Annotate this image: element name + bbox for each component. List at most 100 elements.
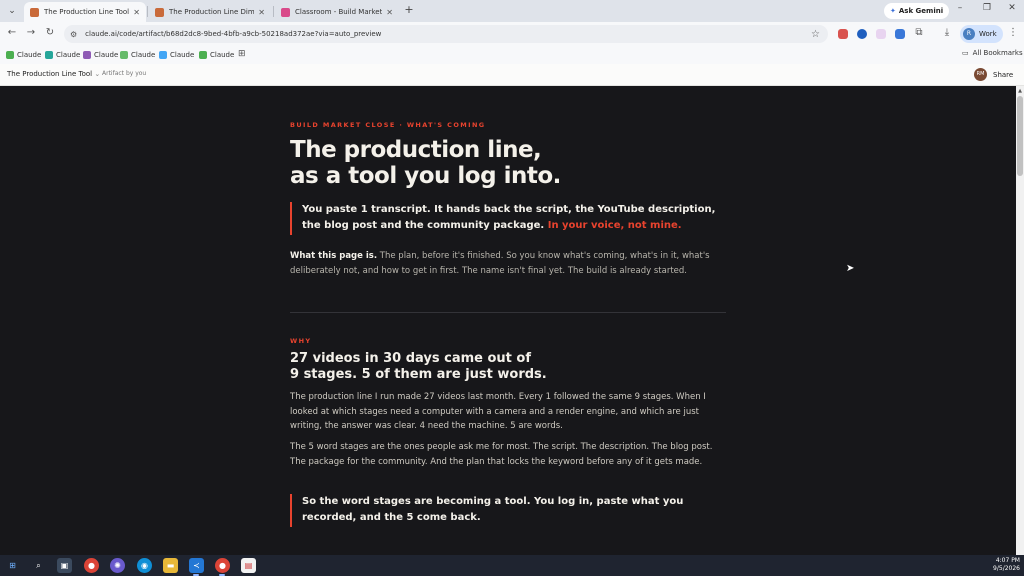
artifact-subtitle: Artifact by you bbox=[102, 70, 147, 77]
bookmark-label: Claude bbox=[210, 51, 235, 59]
bookmark-claude-1[interactable]: Claude bbox=[6, 49, 41, 61]
page-title: The production line, as a tool you log i… bbox=[290, 137, 561, 189]
bookmark-favicon-icon bbox=[199, 51, 207, 59]
folder-icon: ▭ bbox=[962, 49, 969, 57]
file-explorer-icon[interactable]: ▬ bbox=[163, 558, 178, 573]
downloads-icon[interactable]: ⤓ bbox=[940, 27, 954, 38]
share-button[interactable]: Share bbox=[991, 69, 1015, 81]
all-bookmarks-label: All Bookmarks bbox=[972, 49, 1023, 57]
clock-date: 9/5/2026 bbox=[993, 565, 1020, 572]
tab-classroom[interactable]: Classroom - Build Market Close ✕ bbox=[275, 2, 399, 22]
search-icon[interactable]: ⌕ bbox=[31, 558, 46, 573]
artifact-header: The Production Line Tool ⌄ Artifact by y… bbox=[0, 64, 1024, 86]
reload-icon[interactable]: ↻ bbox=[43, 27, 57, 38]
windows-start-icon[interactable]: ⊞ bbox=[5, 558, 20, 573]
eyebrow-build-market-close: BUILD MARKET CLOSE · WHAT'S COMING bbox=[290, 121, 486, 129]
scrollbar-thumb[interactable] bbox=[1017, 96, 1023, 176]
bookmark-claude-6[interactable]: Claude bbox=[199, 49, 234, 61]
extensions-puzzle-icon[interactable]: ⧉ bbox=[912, 27, 926, 38]
what-this-page-is: What this page is. The plan, before it's… bbox=[290, 249, 720, 278]
bookmark-claude-4[interactable]: Claude bbox=[120, 49, 155, 61]
new-tab-button[interactable]: + bbox=[402, 3, 416, 16]
bookmark-label: Claude bbox=[17, 51, 42, 59]
address-bar[interactable]: ⚙ claude.ai/code/artifact/b68d2dc8-9bed-… bbox=[64, 25, 828, 43]
bookmark-label: Claude bbox=[94, 51, 119, 59]
section-divider bbox=[290, 312, 726, 313]
tab-title: Classroom - Build Market Close bbox=[295, 8, 383, 16]
bookmark-claude-5[interactable]: Claude bbox=[159, 49, 194, 61]
bookmark-favicon-icon bbox=[45, 51, 53, 59]
tab-title: The Production Line Tool bbox=[44, 8, 130, 16]
profile-label: Work bbox=[979, 30, 997, 38]
clock-time: 4:07 PM bbox=[995, 557, 1020, 564]
book-favicon-icon bbox=[30, 7, 39, 17]
page-title-line-1: The production line, bbox=[290, 137, 542, 163]
chrome-icon[interactable]: ● bbox=[84, 558, 99, 573]
lead-quote: You paste 1 transcript. It hands back th… bbox=[290, 202, 726, 235]
tab-production-line-dime-sale[interactable]: The Production Line Dime Sale ✕ bbox=[149, 2, 271, 22]
why-title-line-1: 27 videos in 30 days came out of bbox=[290, 351, 532, 366]
bookmark-favicon-icon bbox=[6, 51, 14, 59]
artifact-content: BUILD MARKET CLOSE · WHAT'S COMING The p… bbox=[0, 86, 1016, 555]
close-tab-icon[interactable]: ✕ bbox=[386, 8, 393, 17]
artifact-title: The Production Line Tool bbox=[7, 70, 93, 78]
book-favicon-icon bbox=[155, 7, 164, 17]
why-paragraph-2: The 5 word stages are the ones people as… bbox=[290, 442, 713, 467]
gemini-sparkle-icon: ✦ bbox=[890, 7, 896, 15]
close-tab-icon[interactable]: ✕ bbox=[258, 8, 265, 17]
chrome-active-icon[interactable]: ● bbox=[215, 558, 230, 573]
bookmark-favicon-icon bbox=[159, 51, 167, 59]
mouse-cursor-icon: ➤ bbox=[846, 263, 855, 274]
ask-gemini-button[interactable]: ✦ Ask Gemini bbox=[884, 3, 950, 19]
what-label: What this page is. bbox=[290, 251, 378, 261]
system-clock[interactable]: 4:07 PM 9/5/2026 bbox=[990, 557, 1020, 573]
close-tab-icon[interactable]: ✕ bbox=[133, 8, 140, 17]
browser-toolbar: ← → ↻ ⚙ claude.ai/code/artifact/b68d2dc8… bbox=[0, 22, 1024, 46]
why-title: 27 videos in 30 days came out of 9 stage… bbox=[290, 351, 547, 383]
apps-grid-icon[interactable]: ⊞ bbox=[238, 49, 246, 59]
classroom-favicon-icon bbox=[281, 7, 290, 17]
extension-purple-icon[interactable] bbox=[876, 29, 886, 39]
url-text: claude.ai/code/artifact/b68d2dc8-9bed-4b… bbox=[85, 30, 382, 38]
extension-blue-icon[interactable] bbox=[857, 29, 867, 39]
tab-production-line-tool[interactable]: The Production Line Tool ✕ bbox=[24, 2, 146, 22]
eyebrow-why: WHY bbox=[290, 337, 312, 345]
bookmark-label: Claude bbox=[56, 51, 81, 59]
why-quote-text: So the word stages are becoming a tool. … bbox=[302, 496, 684, 523]
extension-square-icon[interactable] bbox=[895, 29, 905, 39]
back-arrow-icon[interactable]: ← bbox=[5, 27, 19, 38]
minimize-icon[interactable]: – bbox=[953, 3, 967, 13]
close-window-icon[interactable]: ✕ bbox=[1005, 3, 1019, 13]
lead-accent-text: In your voice, not mine. bbox=[547, 220, 682, 231]
bookmark-star-icon[interactable]: ☆ bbox=[811, 29, 820, 40]
document-app-icon[interactable]: ▤ bbox=[241, 558, 256, 573]
forward-arrow-icon[interactable]: → bbox=[24, 27, 38, 38]
extension-red-icon[interactable] bbox=[838, 29, 848, 39]
scroll-up-arrow-icon[interactable]: ▲ bbox=[1016, 88, 1024, 94]
bookmark-label: Claude bbox=[170, 51, 195, 59]
why-quote: So the word stages are becoming a tool. … bbox=[290, 494, 726, 527]
page-title-line-2: as a tool you log into. bbox=[290, 163, 561, 189]
bookmarks-bar: Claude Claude Claude Claude Claude Claud… bbox=[0, 46, 1024, 64]
profile-avatar: R bbox=[963, 28, 975, 40]
browser-menu-icon[interactable]: ⋮ bbox=[1006, 27, 1020, 38]
bookmark-claude-3[interactable]: Claude bbox=[83, 49, 118, 61]
windows-taskbar: ⊞ ⌕ ▣ ● ✺ ◉ ▬ ≺ ● ▤ 4:07 PM 9/5/2026 bbox=[0, 555, 1024, 576]
ask-gemini-label: Ask Gemini bbox=[898, 7, 944, 15]
bookmark-favicon-icon bbox=[120, 51, 128, 59]
why-paragraph-1: The production line I run made 27 videos… bbox=[290, 392, 706, 431]
edge-icon[interactable]: ◉ bbox=[137, 558, 152, 573]
artifact-title-dropdown[interactable]: The Production Line Tool ⌄ bbox=[7, 70, 100, 78]
site-info-icon[interactable]: ⚙ bbox=[70, 30, 77, 39]
tab-search-chevron-icon[interactable]: ⌄ bbox=[4, 3, 20, 19]
all-bookmarks-button[interactable]: ▭ All Bookmarks bbox=[962, 49, 1023, 57]
store-icon[interactable]: ▣ bbox=[57, 558, 72, 573]
profile-button[interactable]: R Work bbox=[960, 25, 1003, 43]
bookmark-favicon-icon bbox=[83, 51, 91, 59]
copilot-icon[interactable]: ✺ bbox=[110, 558, 125, 573]
bookmark-claude-2[interactable]: Claude bbox=[45, 49, 80, 61]
vscode-icon[interactable]: ≺ bbox=[189, 558, 204, 573]
restore-icon[interactable]: ❐ bbox=[980, 3, 994, 13]
tab-title: The Production Line Dime Sale bbox=[169, 8, 255, 16]
user-avatar[interactable]: RM bbox=[974, 68, 987, 81]
